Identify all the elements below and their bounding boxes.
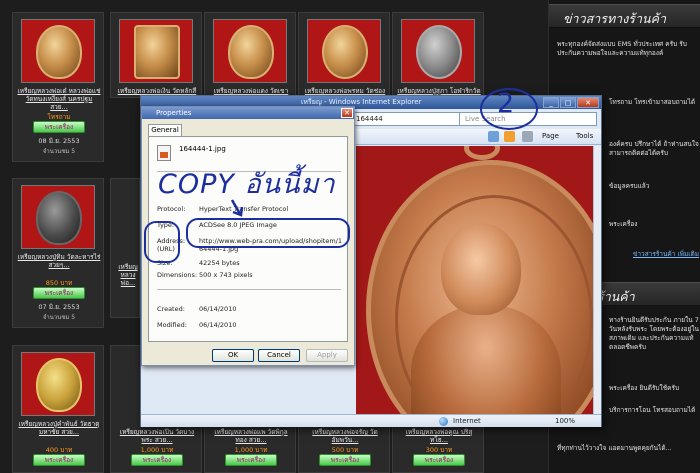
jpeg-file-icon <box>157 145 171 161</box>
globe-icon <box>439 417 448 426</box>
news-text-4: ข้อมูลครบแล้ว <box>609 182 650 190</box>
buy-button[interactable]: พระเครื่อง <box>131 454 183 466</box>
medal-image <box>366 160 600 414</box>
buy-button[interactable]: พระเครื่อง <box>33 287 85 299</box>
buy-button[interactable]: พระเครื่อง <box>319 454 371 466</box>
product-date: 07 มิ.ย. 2553 <box>38 303 80 311</box>
minimize-button[interactable]: _ <box>543 97 559 108</box>
product-card[interactable]: เหรียญหลวงปู่คำพันธ์ วัดธาตุมหาชัย สวย..… <box>12 345 104 473</box>
product-card[interactable]: เหรียญหลวงพ่อเงิน วัดหลักสี่ สวยงาม... <box>110 12 202 103</box>
maximize-button[interactable]: □ <box>560 97 576 108</box>
address-label-highlight <box>144 221 180 263</box>
product-card[interactable]: เหรียญหลวงพ่อพรหม วัดช่องแค 2513 สวย... <box>298 12 390 103</box>
buy-button[interactable]: พระเครื่อง <box>33 121 85 133</box>
screen: เหรียญหลวงพ่อเต๋ หลวงพ่อแช่ วัดทนงเหงี่ย… <box>0 0 700 473</box>
command-bar: Page Tools <box>356 129 601 145</box>
created-value: 06/14/2010 <box>199 305 237 313</box>
product-card[interactable]: เหรียญหลวงปู่สุภา โอฬาริกวัดสีลสุภาราม..… <box>392 12 484 103</box>
dimensions-value: 500 x 743 pixels <box>199 271 253 279</box>
tab-general[interactable]: General <box>148 124 182 136</box>
step-number: 2 <box>497 88 516 119</box>
home-icon[interactable] <box>488 131 499 142</box>
product-image[interactable] <box>119 19 193 83</box>
product-date: 08 มิ.ย. 2553 <box>38 137 80 145</box>
dialog-title[interactable]: Properties <box>142 107 354 119</box>
image-viewport <box>356 146 600 414</box>
buy-button[interactable]: พระเครื่อง <box>33 454 85 466</box>
tools-menu[interactable]: Tools <box>576 132 593 140</box>
feeds-icon[interactable] <box>504 131 515 142</box>
dimensions-label: Dimensions: <box>157 271 198 279</box>
product-image[interactable] <box>307 19 381 83</box>
zone-label: Internet <box>453 417 481 425</box>
news-header: ข่าวสารทางร้านค้า <box>549 4 700 28</box>
shop-text: ทางร้านยินดีรับประกัน ภายใน 7 วันหลังรับ… <box>609 316 699 351</box>
ok-button[interactable]: OK <box>212 349 254 362</box>
print-icon[interactable] <box>522 131 533 142</box>
created-label: Created: <box>157 305 185 313</box>
protocol-value: HyperText Transfer Protocol <box>199 205 289 213</box>
product-card[interactable]: เหรียญหลวงปู่ทิม วัดละหารไร่ สวยๆ... 850… <box>12 178 104 328</box>
zoom-level[interactable]: 100% <box>555 417 575 425</box>
protocol-label: Protocol: <box>157 205 186 213</box>
buy-button[interactable]: พระเครื่อง <box>225 454 277 466</box>
shop-text-4: ที่ทุกท่านไว้วางใจ แอดมานพูดคุยกันได้... <box>557 444 672 452</box>
product-title[interactable]: เหรียญหลวงพ่อเต๋ หลวงพ่อแช่ วัดทนงเหงี่ย… <box>17 87 101 111</box>
product-views: จำนวนชม 5 <box>42 314 76 321</box>
news-text-2: โทรถาม โทรเข้ามาสอบถามได้ <box>609 98 696 106</box>
shop-text-3: บริการการโอน โทรสอบถามได้ <box>609 406 696 414</box>
news-text: พระทุกองค์จัดส่งแบบ EMS ทั่วประเทศ ครับ … <box>557 40 687 57</box>
buy-button[interactable]: พระเครื่อง <box>413 454 465 466</box>
cancel-button[interactable]: Cancel <box>258 349 300 362</box>
file-name: 164444-1.jpg <box>179 145 226 153</box>
medal-loop <box>464 146 500 160</box>
product-image[interactable] <box>21 185 95 249</box>
news-text-5: พระเครื่อง <box>609 220 638 228</box>
shop-text-2: พระเครื่อง ยินดีรับใช้ครับ <box>609 384 680 392</box>
shop-header-title: ร้านค้า <box>597 289 635 304</box>
page-menu[interactable]: Page <box>542 132 559 140</box>
apply-button[interactable]: Apply <box>306 349 348 362</box>
news-header-title: ข่าวสารทางร้านค้า <box>563 11 666 26</box>
product-image[interactable] <box>21 352 95 416</box>
copy-annotation: COPY อันนี้มา <box>158 169 336 200</box>
size-value: 42254 bytes <box>199 259 240 267</box>
product-views: จำนวนชม 5 <box>42 148 76 155</box>
news-text-3: องค์ครบ ปรึกษาได้ ถ้าท่านสนใจ สามารถติดต… <box>609 140 699 157</box>
product-card[interactable]: เหรียญหลวงพ่อเต๋ หลวงพ่อแช่ วัดทนงเหงี่ย… <box>12 12 104 162</box>
dialog-close-button[interactable]: ✕ <box>341 108 353 118</box>
modified-label: Modified: <box>157 321 187 329</box>
product-card[interactable]: เหรียญหลวงพ่อ... <box>110 178 140 318</box>
news-more-link[interactable]: ข่าวสารร้านค้า เพิ่มเติม <box>607 250 699 259</box>
address-value-highlight <box>186 218 350 248</box>
close-button[interactable]: ✕ <box>577 97 599 108</box>
product-title[interactable]: เหรียญหลวงพ่อ... <box>115 263 141 287</box>
product-image[interactable] <box>213 19 287 83</box>
product-title[interactable]: เหรียญหลวงปู่คำพันธ์ วัดธาตุมหาชัย สวย..… <box>17 420 101 444</box>
product-title[interactable]: เหรียญหลวงปู่ทิม วัดละหารไร่ สวยๆ... <box>17 253 101 277</box>
vertical-scrollbar[interactable] <box>593 146 601 414</box>
product-image[interactable] <box>401 19 475 83</box>
status-bar: Internet 100% <box>141 414 601 427</box>
product-image[interactable] <box>21 19 95 83</box>
product-card[interactable]: เหรียญหลวงพ่อแดง วัดเขาบันไดอิฐ 2513 สวย… <box>204 12 296 103</box>
modified-value: 06/14/2010 <box>199 321 237 329</box>
